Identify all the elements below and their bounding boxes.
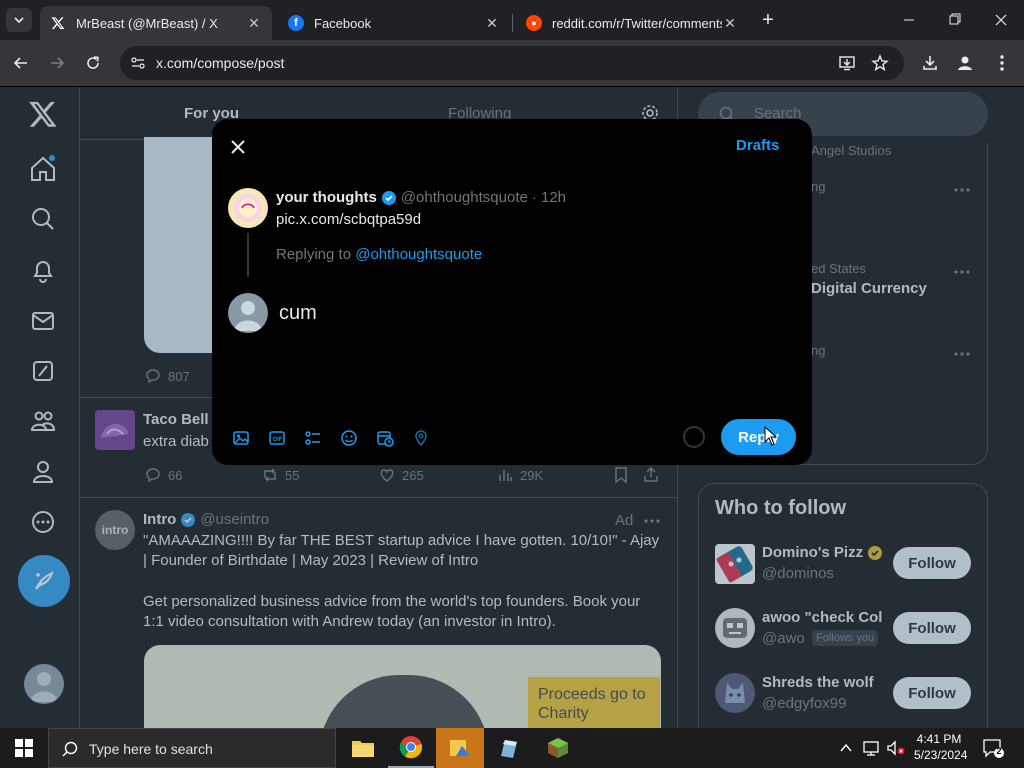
file-explorer-taskbar-button[interactable]: [340, 728, 386, 768]
tab-reddit[interactable]: ● reddit.com/r/Twitter/comments/ ✕: [516, 6, 748, 40]
mouse-cursor-icon: [764, 426, 778, 446]
minecraft-taskbar-button[interactable]: [534, 728, 582, 768]
svg-text:GIF: GIF: [273, 437, 283, 443]
character-count-ring-icon: [682, 425, 706, 449]
address-bar[interactable]: x.com/compose/post: [120, 46, 904, 80]
url-text: x.com/compose/post: [156, 55, 285, 71]
original-author-handle[interactable]: @ohthoughtsquote: [401, 188, 528, 208]
browser-toolbar: x.com/compose/post: [0, 40, 1024, 86]
image-viewer-icon: [450, 740, 470, 756]
browser-tab-bar: MrBeast (@MrBeast) / X ✕ f Facebook ✕ ● …: [0, 0, 1024, 40]
replying-to-handle[interactable]: @ohthoughtsquote: [355, 246, 482, 263]
my-avatar[interactable]: [228, 293, 268, 333]
forward-button[interactable]: [44, 50, 70, 76]
browser-menu-button[interactable]: [989, 50, 1015, 76]
original-post-text[interactable]: pic.x.com/scbqtpa59d: [276, 210, 421, 230]
schedule-icon[interactable]: [376, 429, 394, 447]
photos-taskbar-button[interactable]: [436, 728, 484, 768]
reply-compose-modal: Drafts your thoughts @ohthoughtsquote · …: [212, 119, 812, 465]
grass-block-icon: [548, 738, 568, 758]
network-icon[interactable]: [862, 740, 880, 756]
more-vertical-icon: [1000, 55, 1004, 71]
clock-date: 5/23/2024: [914, 748, 968, 762]
minimize-icon: [904, 19, 914, 21]
reddit-icon: ●: [526, 15, 542, 31]
close-tab-icon[interactable]: ✕: [722, 15, 738, 32]
folder-icon: [352, 741, 374, 757]
tab-title: reddit.com/r/Twitter/comments/: [552, 15, 722, 31]
x-logo-icon: [50, 15, 66, 31]
gif-icon[interactable]: GIF: [268, 429, 286, 447]
reload-icon: [87, 56, 99, 69]
download-icon: [923, 56, 937, 70]
thought-bubble-avatar-icon: [234, 194, 262, 222]
tab-search-button[interactable]: [6, 8, 32, 32]
site-settings-icon[interactable]: [130, 55, 146, 71]
chrome-icon: [399, 736, 423, 759]
close-icon: [995, 14, 1007, 26]
show-hidden-icons-icon[interactable]: [838, 740, 854, 756]
original-author-name[interactable]: your thoughts: [276, 188, 377, 208]
windows-taskbar: Type here to search 4:41 PM 5/23/2024 2: [0, 728, 1024, 768]
clock-time: 4:41 PM: [916, 732, 962, 746]
profile-icon: [958, 56, 972, 70]
app-taskbar-button[interactable]: [486, 728, 532, 768]
close-tab-icon[interactable]: ✕: [246, 15, 262, 32]
minimize-button[interactable]: [896, 12, 922, 28]
drafts-button[interactable]: Drafts: [736, 137, 779, 154]
chrome-taskbar-button[interactable]: [388, 728, 434, 768]
arrow-left-icon: [13, 57, 27, 69]
reply-submit-button[interactable]: Reply: [721, 419, 796, 455]
tab-title: Facebook: [314, 15, 372, 31]
paint-app-icon: [501, 740, 517, 758]
downloads-button[interactable]: [917, 50, 943, 76]
new-tab-button[interactable]: +: [758, 8, 778, 32]
tab-facebook[interactable]: f Facebook ✕: [278, 6, 510, 40]
reply-text-input[interactable]: cum: [279, 301, 779, 325]
back-button[interactable]: [8, 50, 34, 76]
search-icon: [61, 740, 79, 758]
action-center-icon[interactable]: 2: [982, 738, 1004, 758]
poll-list-icon[interactable]: [304, 429, 322, 447]
original-author-avatar[interactable]: [228, 188, 268, 228]
bookmark-star-icon[interactable]: [871, 54, 889, 72]
taskbar-search-box[interactable]: Type here to search: [48, 728, 336, 768]
facebook-icon: f: [288, 15, 304, 31]
install-app-icon[interactable]: [838, 54, 856, 72]
close-tab-icon[interactable]: ✕: [484, 15, 500, 32]
media-image-icon[interactable]: [232, 429, 250, 447]
arrow-right-icon: [51, 57, 65, 69]
system-clock[interactable]: 4:41 PM 5/23/2024: [914, 731, 968, 763]
reload-button[interactable]: [80, 50, 106, 76]
volume-muted-icon[interactable]: [886, 740, 906, 756]
replying-to-line: Replying to @ohthoughtsquote: [276, 246, 483, 263]
close-window-button[interactable]: [988, 12, 1014, 28]
tab-title: MrBeast (@MrBeast) / X: [76, 15, 218, 31]
location-pin-icon[interactable]: [412, 429, 430, 447]
original-post-time: · 12h: [531, 189, 567, 206]
emoji-icon[interactable]: [340, 429, 358, 447]
restore-button[interactable]: [942, 12, 968, 28]
close-icon[interactable]: [228, 137, 248, 157]
tab-separator: [512, 14, 513, 32]
windows-logo-icon: [15, 739, 33, 757]
start-button[interactable]: [0, 728, 48, 768]
notification-count: 2: [996, 746, 1002, 756]
verified-badge-icon: [381, 191, 396, 205]
thread-connector-line: [247, 233, 249, 277]
restore-icon: [949, 13, 961, 25]
default-avatar-icon: [234, 301, 262, 331]
tab-x-mrbeast[interactable]: MrBeast (@MrBeast) / X ✕: [40, 6, 272, 40]
chevron-down-icon: [14, 17, 24, 24]
taskbar-search-placeholder: Type here to search: [89, 741, 213, 757]
profile-button[interactable]: [952, 50, 978, 76]
original-post-header: your thoughts @ohthoughtsquote · 12h: [276, 188, 566, 208]
